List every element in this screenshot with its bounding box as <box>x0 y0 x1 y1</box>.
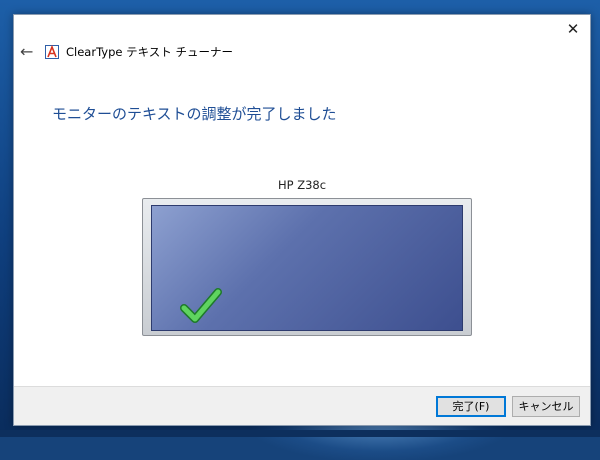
close-icon: ✕ <box>566 20 580 38</box>
cleartype-dialog: ✕ ← ClearType テキスト チューナー モニターのテキストの調整が完了… <box>13 14 591 426</box>
monitor-illustration <box>142 198 472 336</box>
back-arrow-icon: ← <box>20 42 34 61</box>
monitor-name-label: HP Z38c <box>277 178 327 192</box>
monitor-screen <box>151 205 463 331</box>
window-title: ClearType テキスト チューナー <box>66 45 233 59</box>
cleartype-app-icon <box>45 45 59 59</box>
dialog-footer: 完了(F) キャンセル <box>14 386 590 425</box>
close-button[interactable]: ✕ <box>562 19 584 39</box>
page-heading: モニターのテキストの調整が完了しました <box>52 105 337 123</box>
checkmark-icon <box>180 288 222 323</box>
taskbar-edge <box>0 430 600 437</box>
cancel-button[interactable]: キャンセル <box>512 396 580 417</box>
back-button[interactable]: ← <box>20 43 38 61</box>
finish-button[interactable]: 完了(F) <box>436 396 506 417</box>
